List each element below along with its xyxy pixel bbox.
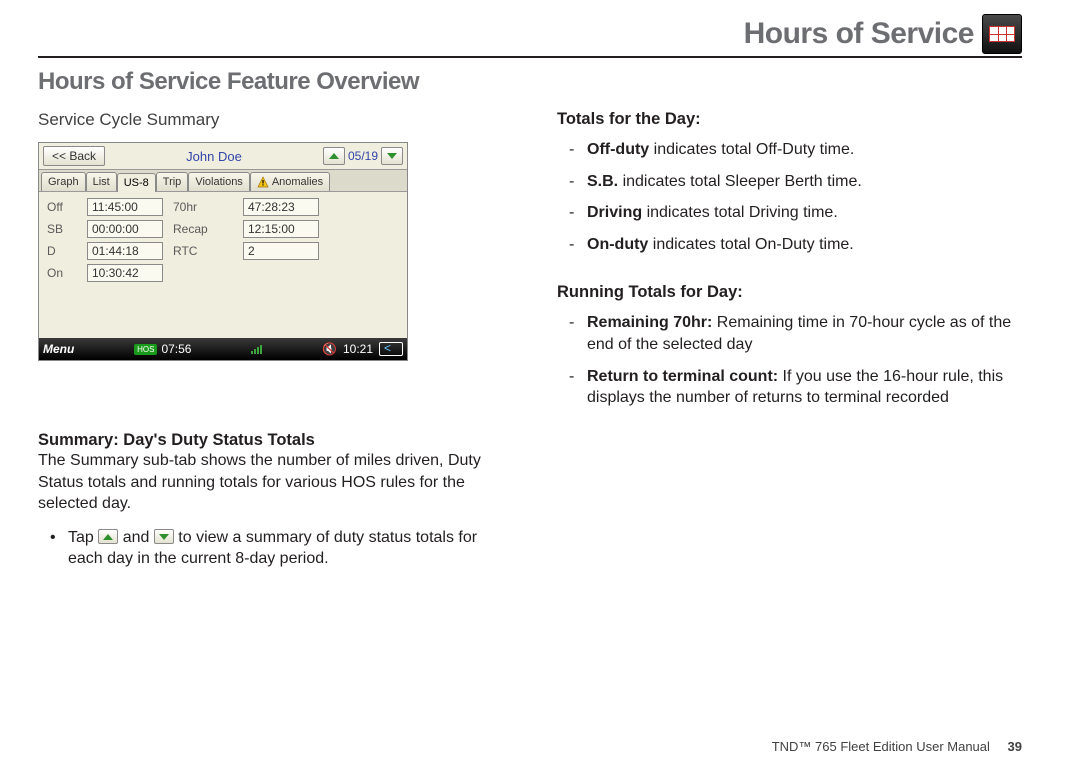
tab-bar: Graph List US-8 Trip Violations Anomalie…	[39, 169, 407, 192]
status-bar: Menu HOS 07:56 🔇 10:21	[39, 338, 407, 360]
totals-item: On-duty indicates total On-Duty time.	[587, 234, 1022, 256]
totals-item: S.B. indicates total Sleeper Berth time.	[587, 171, 1022, 193]
back-button[interactable]: << Back	[43, 146, 105, 166]
hr70-label: 70hr	[173, 200, 233, 214]
tab-trip[interactable]: Trip	[156, 172, 189, 191]
hr70-value: 47:28:23	[243, 198, 319, 216]
summary-bullet: Tap and to view a summary of duty status…	[68, 527, 503, 570]
off-label: Off	[47, 200, 77, 214]
left-subhead: Service Cycle Summary	[38, 110, 503, 130]
menu-button[interactable]: Menu	[43, 342, 74, 356]
sb-label: SB	[47, 222, 77, 236]
inline-down-icon	[154, 529, 174, 544]
date-label: 05/19	[348, 149, 378, 163]
running-item: Remaining 70hr: Remaining time in 70-hou…	[587, 312, 1022, 355]
date-next-button[interactable]	[381, 147, 403, 165]
running-heading: Running Totals for Day:	[557, 283, 1022, 302]
tab-graph[interactable]: Graph	[41, 172, 86, 191]
tab-anomalies-label: Anomalies	[272, 176, 323, 188]
chapter-icon	[982, 14, 1022, 54]
mute-icon: 🔇	[322, 342, 337, 356]
footer-text: TND™ 765 Fleet Edition User Manual	[772, 739, 990, 754]
totals-item: Driving indicates total Driving time.	[587, 202, 1022, 224]
bullet-mid: and	[123, 529, 154, 546]
warning-icon	[257, 176, 269, 188]
signal-icon	[251, 344, 262, 354]
recap-value: 12:15:00	[243, 220, 319, 238]
on-value: 10:30:42	[87, 264, 163, 282]
page-number: 39	[1008, 739, 1022, 754]
recap-label: Recap	[173, 222, 233, 236]
tab-us8[interactable]: US-8	[117, 173, 156, 192]
rtc-value: 2	[243, 242, 319, 260]
page-footer: TND™ 765 Fleet Edition User Manual 39	[772, 739, 1022, 754]
sb-value: 00:00:00	[87, 220, 163, 238]
summary-heading: Summary: Day's Duty Status Totals	[38, 431, 503, 450]
on-label: On	[47, 266, 77, 280]
tab-violations[interactable]: Violations	[188, 172, 250, 191]
totals-heading: Totals for the Day:	[557, 110, 1022, 129]
hos-time: 07:56	[161, 342, 191, 356]
chapter-title: Hours of Service	[744, 17, 974, 51]
d-value: 01:44:18	[87, 242, 163, 260]
running-item: Return to terminal count: If you use the…	[587, 366, 1022, 409]
device-screenshot: << Back John Doe 05/19 Graph List US-8 T…	[38, 142, 408, 361]
bullet-pre: Tap	[68, 529, 98, 546]
off-value: 11:45:00	[87, 198, 163, 216]
totals-item: Off-duty indicates total Off-Duty time.	[587, 139, 1022, 161]
date-prev-button[interactable]	[323, 147, 345, 165]
tab-anomalies[interactable]: Anomalies	[250, 172, 330, 191]
driver-name: John Doe	[186, 149, 242, 164]
status-clock: 10:21	[343, 342, 373, 356]
tab-list[interactable]: List	[86, 172, 117, 191]
d-label: D	[47, 244, 77, 258]
battery-icon	[379, 342, 403, 356]
summary-body: The Summary sub-tab shows the number of …	[38, 450, 503, 515]
rtc-label: RTC	[173, 244, 233, 258]
inline-up-icon	[98, 529, 118, 544]
page-heading: Hours of Service Feature Overview	[38, 68, 1022, 96]
hos-badge: HOS	[134, 344, 157, 355]
